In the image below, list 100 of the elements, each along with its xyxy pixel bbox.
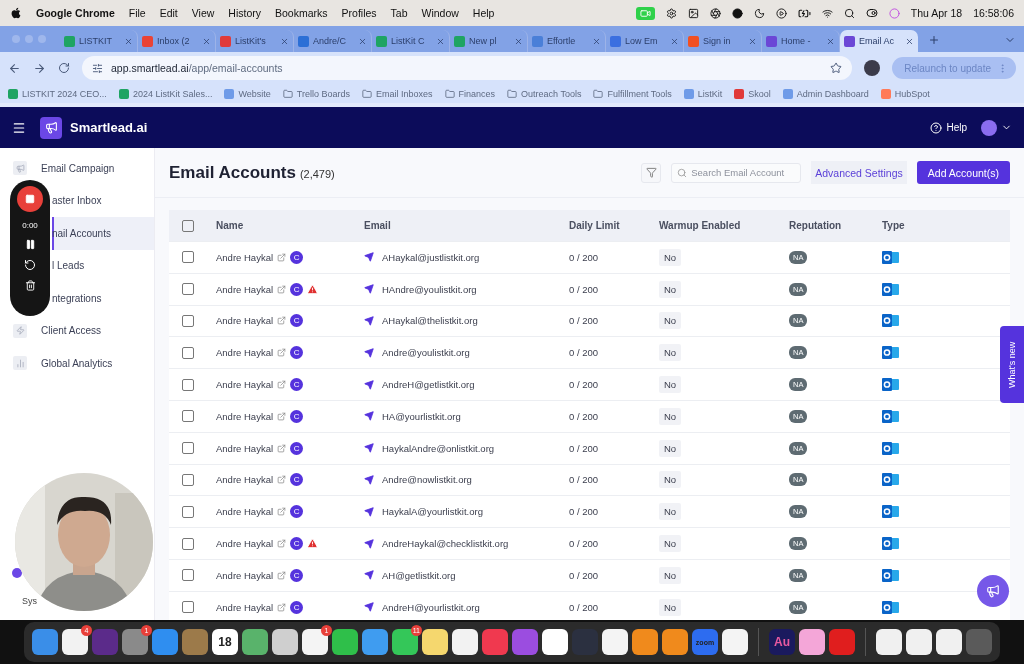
- menu-item[interactable]: Help: [472, 7, 495, 19]
- checkbox[interactable]: [182, 315, 194, 327]
- menu-icon[interactable]: [12, 120, 26, 135]
- restart-icon[interactable]: [24, 259, 36, 271]
- site-settings-icon[interactable]: [92, 62, 103, 74]
- close-icon[interactable]: [358, 36, 367, 46]
- help-link[interactable]: Help: [930, 121, 967, 134]
- megaphone-icon[interactable]: [986, 584, 1000, 598]
- circle-icon[interactable]: [731, 7, 743, 19]
- bookmark[interactable]: 2024 ListKit Sales...: [118, 88, 213, 99]
- close-icon[interactable]: [670, 36, 679, 46]
- app-icon[interactable]: [722, 629, 748, 655]
- bookmark[interactable]: Fulfillment Tools: [593, 88, 672, 99]
- checkbox[interactable]: [182, 473, 194, 486]
- menu-item[interactable]: History: [228, 7, 262, 19]
- gear-icon[interactable]: [665, 7, 677, 19]
- external-link-icon[interactable]: [277, 411, 287, 421]
- external-link-icon[interactable]: [277, 602, 287, 612]
- bookmark[interactable]: Trello Boards: [282, 88, 350, 99]
- bookmark[interactable]: HubSpot: [880, 88, 930, 99]
- external-link-icon[interactable]: [277, 284, 287, 294]
- sidebar-item[interactable]: ntegrations: [52, 282, 154, 315]
- bookmark[interactable]: Admin Dashboard: [782, 88, 869, 99]
- apple-icon[interactable]: [10, 7, 22, 19]
- external-link-icon[interactable]: [277, 539, 287, 549]
- checkbox[interactable]: [182, 219, 194, 232]
- app-icon[interactable]: [876, 629, 902, 655]
- play-icon[interactable]: [775, 7, 787, 19]
- star-icon[interactable]: [830, 62, 843, 74]
- bookmark[interactable]: ListKit: [683, 88, 723, 99]
- bookmark[interactable]: Website: [224, 88, 271, 99]
- image-icon[interactable]: [687, 7, 699, 19]
- user-avatar[interactable]: [981, 119, 997, 136]
- address-bar[interactable]: app.smartlead.ai/app/email-accounts: [82, 56, 853, 80]
- app-icon[interactable]: [422, 629, 448, 655]
- checkbox[interactable]: [182, 442, 194, 455]
- checkbox[interactable]: [182, 346, 194, 359]
- pause-icon[interactable]: [24, 239, 36, 250]
- add-account-button[interactable]: Add Account(s): [916, 161, 1010, 184]
- app-icon[interactable]: [936, 629, 962, 655]
- external-link-icon[interactable]: [277, 475, 287, 485]
- back-icon[interactable]: [8, 61, 21, 75]
- new-tab-icon[interactable]: [928, 34, 940, 46]
- forward-icon[interactable]: [33, 61, 46, 75]
- sidebar-item[interactable]: Global Analytics: [0, 347, 154, 380]
- menu-item[interactable]: Window: [421, 7, 459, 19]
- app-icon[interactable]: [542, 629, 568, 655]
- sidebar-item[interactable]: aster Inbox: [52, 184, 154, 217]
- app-icon[interactable]: [332, 629, 358, 655]
- search-field[interactable]: Search Email Account: [671, 162, 802, 183]
- close-icon[interactable]: [124, 36, 133, 46]
- app-icon[interactable]: [662, 629, 688, 655]
- close-icon[interactable]: [905, 36, 914, 46]
- help-icon[interactable]: [930, 121, 943, 134]
- app-menu[interactable]: Google Chrome: [36, 7, 115, 19]
- close-icon[interactable]: [280, 36, 289, 46]
- stop-icon[interactable]: [25, 194, 35, 204]
- sidebar-item[interactable]: Email Campaign: [0, 152, 154, 185]
- reload-icon[interactable]: [58, 62, 70, 74]
- bookmark[interactable]: Skool: [734, 88, 771, 99]
- close-icon[interactable]: [592, 36, 601, 46]
- external-link-icon[interactable]: [277, 252, 287, 262]
- bookmark[interactable]: Finances: [444, 88, 496, 99]
- app-icon[interactable]: [602, 629, 628, 655]
- close-icon[interactable]: [202, 36, 211, 46]
- aperture-icon[interactable]: [709, 7, 721, 19]
- siri-icon[interactable]: [888, 7, 900, 19]
- checkbox[interactable]: [182, 378, 194, 391]
- app-icon[interactable]: [906, 629, 932, 655]
- checkbox[interactable]: [182, 410, 194, 423]
- external-link-icon[interactable]: [277, 507, 287, 517]
- filter-icon[interactable]: [645, 167, 657, 178]
- menu-item[interactable]: Profiles: [341, 7, 377, 19]
- external-link-icon[interactable]: [277, 570, 287, 580]
- app-icon[interactable]: Au: [769, 629, 795, 655]
- external-link-icon[interactable]: [277, 380, 287, 390]
- search-icon[interactable]: [843, 7, 855, 19]
- menu-item[interactable]: File: [128, 7, 146, 19]
- wifi-icon[interactable]: [821, 7, 833, 19]
- app-icon[interactable]: [632, 629, 658, 655]
- menu-item[interactable]: Edit: [159, 7, 178, 19]
- external-link-icon[interactable]: [277, 316, 287, 326]
- sidebar-item[interactable]: Client Access: [0, 314, 154, 347]
- checkbox[interactable]: [182, 505, 194, 518]
- close-icon[interactable]: [514, 36, 523, 46]
- checkbox[interactable]: [182, 601, 194, 614]
- filter-button[interactable]: [641, 162, 662, 183]
- checkbox[interactable]: [182, 251, 194, 264]
- whats-new-tab[interactable]: What's new: [1000, 326, 1024, 403]
- profile-avatar[interactable]: [864, 60, 881, 76]
- app-icon[interactable]: [452, 629, 478, 655]
- close-icon[interactable]: [826, 36, 835, 46]
- sidebar-item[interactable]: l Leads: [52, 249, 154, 282]
- stop-button[interactable]: [17, 186, 43, 212]
- checkbox[interactable]: [182, 569, 194, 582]
- menu-item[interactable]: View: [191, 7, 215, 19]
- app-icon[interactable]: [799, 629, 825, 655]
- close-icon[interactable]: [436, 36, 445, 46]
- external-link-icon[interactable]: [277, 348, 287, 358]
- bookmark[interactable]: Outreach Tools: [507, 88, 582, 99]
